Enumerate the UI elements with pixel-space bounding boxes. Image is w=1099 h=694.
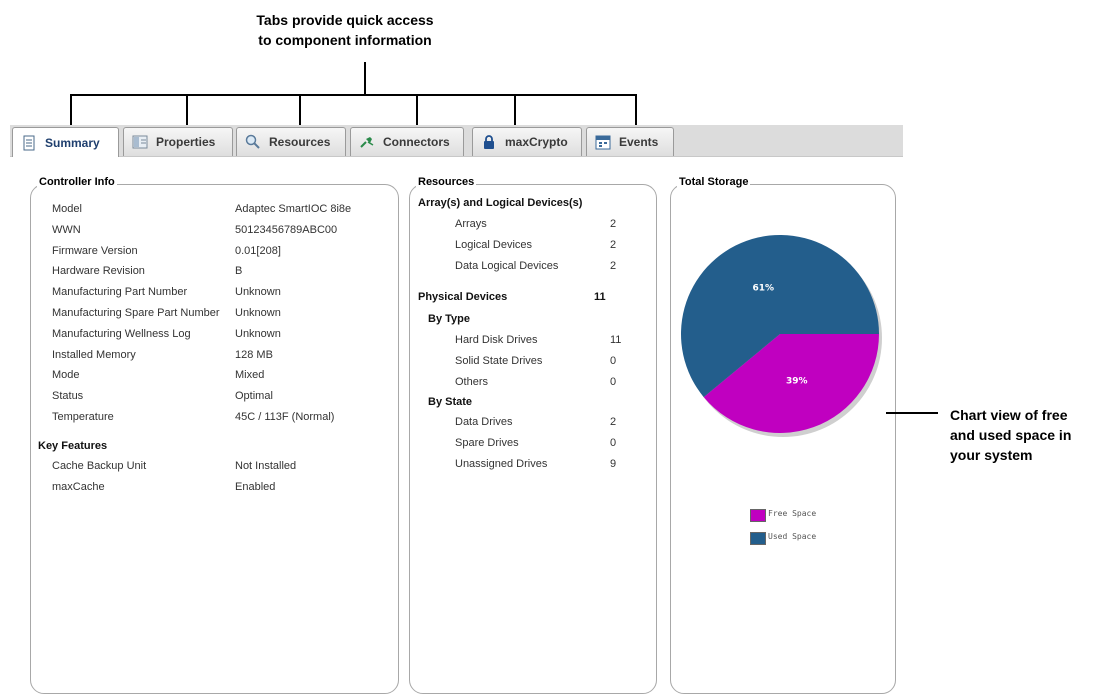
controller-info-panel: Controller Info <box>30 176 399 694</box>
controller-row-value: Unknown <box>235 286 281 299</box>
arrays-header: Array(s) and Logical Devices(s) <box>418 197 583 209</box>
controller-info-title: Controller Info <box>37 176 117 188</box>
controller-row-value: 0.01[208] <box>235 244 281 257</box>
controller-row-value: Unknown <box>235 327 281 340</box>
by-state-row-value: 0 <box>610 437 617 449</box>
pie-label: 39% <box>786 377 808 387</box>
calendar-icon <box>595 134 611 150</box>
controller-row-label: Manufacturing Spare Part Number <box>52 307 220 319</box>
tab-summary[interactable]: Summary <box>12 127 119 157</box>
controller-row-label: Temperature <box>52 411 114 423</box>
callout-stem <box>364 62 366 95</box>
tab-events[interactable]: Events <box>586 127 674 156</box>
controller-row-label: Hardware Revision <box>52 265 145 278</box>
tabs-callout-line1: Tabs provide quick access <box>256 12 434 28</box>
controller-row-value: B <box>235 265 243 278</box>
by-type-row-label: Others <box>455 376 489 388</box>
legend-used-label: Used Space <box>768 532 817 541</box>
legend-used-swatch <box>750 532 766 545</box>
arrays-row-value: 2 <box>610 218 617 230</box>
controller-row-label: Manufacturing Part Number <box>52 286 188 299</box>
tabs-callout: Tabs provide quick access to component i… <box>200 10 490 50</box>
callout-drop-3 <box>299 94 301 127</box>
controller-row-label: Mode <box>52 369 80 382</box>
callout-bracket <box>70 94 637 96</box>
by-state-row-label: Data Drives <box>455 416 513 428</box>
controller-row-label: Firmware Version <box>52 244 138 257</box>
by-state-row-label: Spare Drives <box>455 437 519 449</box>
controller-row-value: Adaptec SmartIOC 8i8e <box>235 203 352 215</box>
tab-connectors[interactable]: Connectors <box>350 127 464 156</box>
controller-row-label: Status <box>52 390 84 403</box>
by-state-row-label: Unassigned Drives <box>455 458 548 470</box>
controller-row-value: Optimal <box>235 390 273 403</box>
tab-resources[interactable]: Resources <box>236 127 346 156</box>
chart-callout: Chart view of free and used space in you… <box>950 405 1099 465</box>
tabs-callout-line2: to component information <box>258 32 432 48</box>
legend-free-label: Free Space <box>768 509 817 518</box>
callout-drop-4 <box>416 94 418 127</box>
callout-drop-6 <box>635 94 637 127</box>
feature-row-label: Cache Backup Unit <box>52 460 147 472</box>
by-state-row-value: 9 <box>610 458 617 470</box>
callout-drop-5 <box>514 94 516 127</box>
callout-drop-1 <box>70 94 72 127</box>
controller-row-value: Unknown <box>235 307 281 319</box>
tab-resources-label: Resources <box>269 135 331 149</box>
arrays-row-value: 2 <box>610 239 617 251</box>
controller-row-value: 50123456789ABC00 <box>235 223 338 236</box>
controller-row-value: 45C / 113F (Normal) <box>235 411 335 423</box>
feature-row-value: Enabled <box>235 481 276 493</box>
tab-connectors-label: Connectors <box>383 135 450 149</box>
magnifier-icon <box>245 134 261 150</box>
tab-bar: Summary Properties Resources Connectors … <box>10 125 903 157</box>
arrays-row-label: Data Logical Devices <box>455 260 559 272</box>
tab-maxcrypto[interactable]: maxCrypto <box>472 127 582 156</box>
chart-callout-line2: and used space in <box>950 427 1072 443</box>
chart-callout-line <box>886 412 938 414</box>
controller-row-value: Mixed <box>235 369 265 382</box>
controller-row-label: Manufacturing Wellness Log <box>52 327 191 340</box>
physical-devices-total: 11 <box>594 291 606 303</box>
tab-summary-label: Summary <box>45 135 100 150</box>
by-type-row-value: 0 <box>610 355 617 367</box>
by-type-row-value: 0 <box>610 376 617 388</box>
tab-properties[interactable]: Properties <box>123 127 233 156</box>
controller-row-label: Model <box>52 203 82 215</box>
properties-icon <box>132 134 148 150</box>
arrays-row-label: Logical Devices <box>455 239 533 251</box>
pie-label: 61% <box>752 283 774 293</box>
feature-row-value: Not Installed <box>235 460 297 472</box>
document-icon <box>21 135 37 151</box>
total-storage-title: Total Storage <box>677 176 751 188</box>
callout-drop-2 <box>186 94 188 127</box>
storage-pie-chart: 39% 61% <box>681 235 882 437</box>
controller-row-label: Installed Memory <box>52 348 136 361</box>
chart-callout-line1: Chart view of free <box>950 407 1068 423</box>
arrays-row-label: Arrays <box>455 218 487 230</box>
key-features-header: Key Features <box>38 440 108 452</box>
connector-icon <box>359 134 375 150</box>
resources-title: Resources <box>416 176 477 188</box>
feature-row-label: maxCache <box>52 481 105 493</box>
tab-events-label: Events <box>619 135 659 149</box>
by-type-row-label: Hard Disk Drives <box>455 334 538 346</box>
lock-icon <box>481 134 497 150</box>
chart-callout-line3: your system <box>950 447 1033 463</box>
arrays-row-value: 2 <box>610 260 617 272</box>
by-state-row-value: 2 <box>610 416 617 428</box>
by-type-row-label: Solid State Drives <box>455 355 543 367</box>
physical-devices-header: Physical Devices <box>418 291 508 303</box>
by-type-row-value: 11 <box>610 334 622 346</box>
controller-row-value: 128 MB <box>235 348 273 361</box>
tab-maxcrypto-label: maxCrypto <box>505 135 568 149</box>
controller-row-label: WWN <box>52 223 81 236</box>
tab-properties-label: Properties <box>156 135 216 149</box>
by-type-header: By Type <box>428 313 470 325</box>
by-state-header: By State <box>428 396 473 408</box>
legend-free-swatch <box>750 509 766 522</box>
